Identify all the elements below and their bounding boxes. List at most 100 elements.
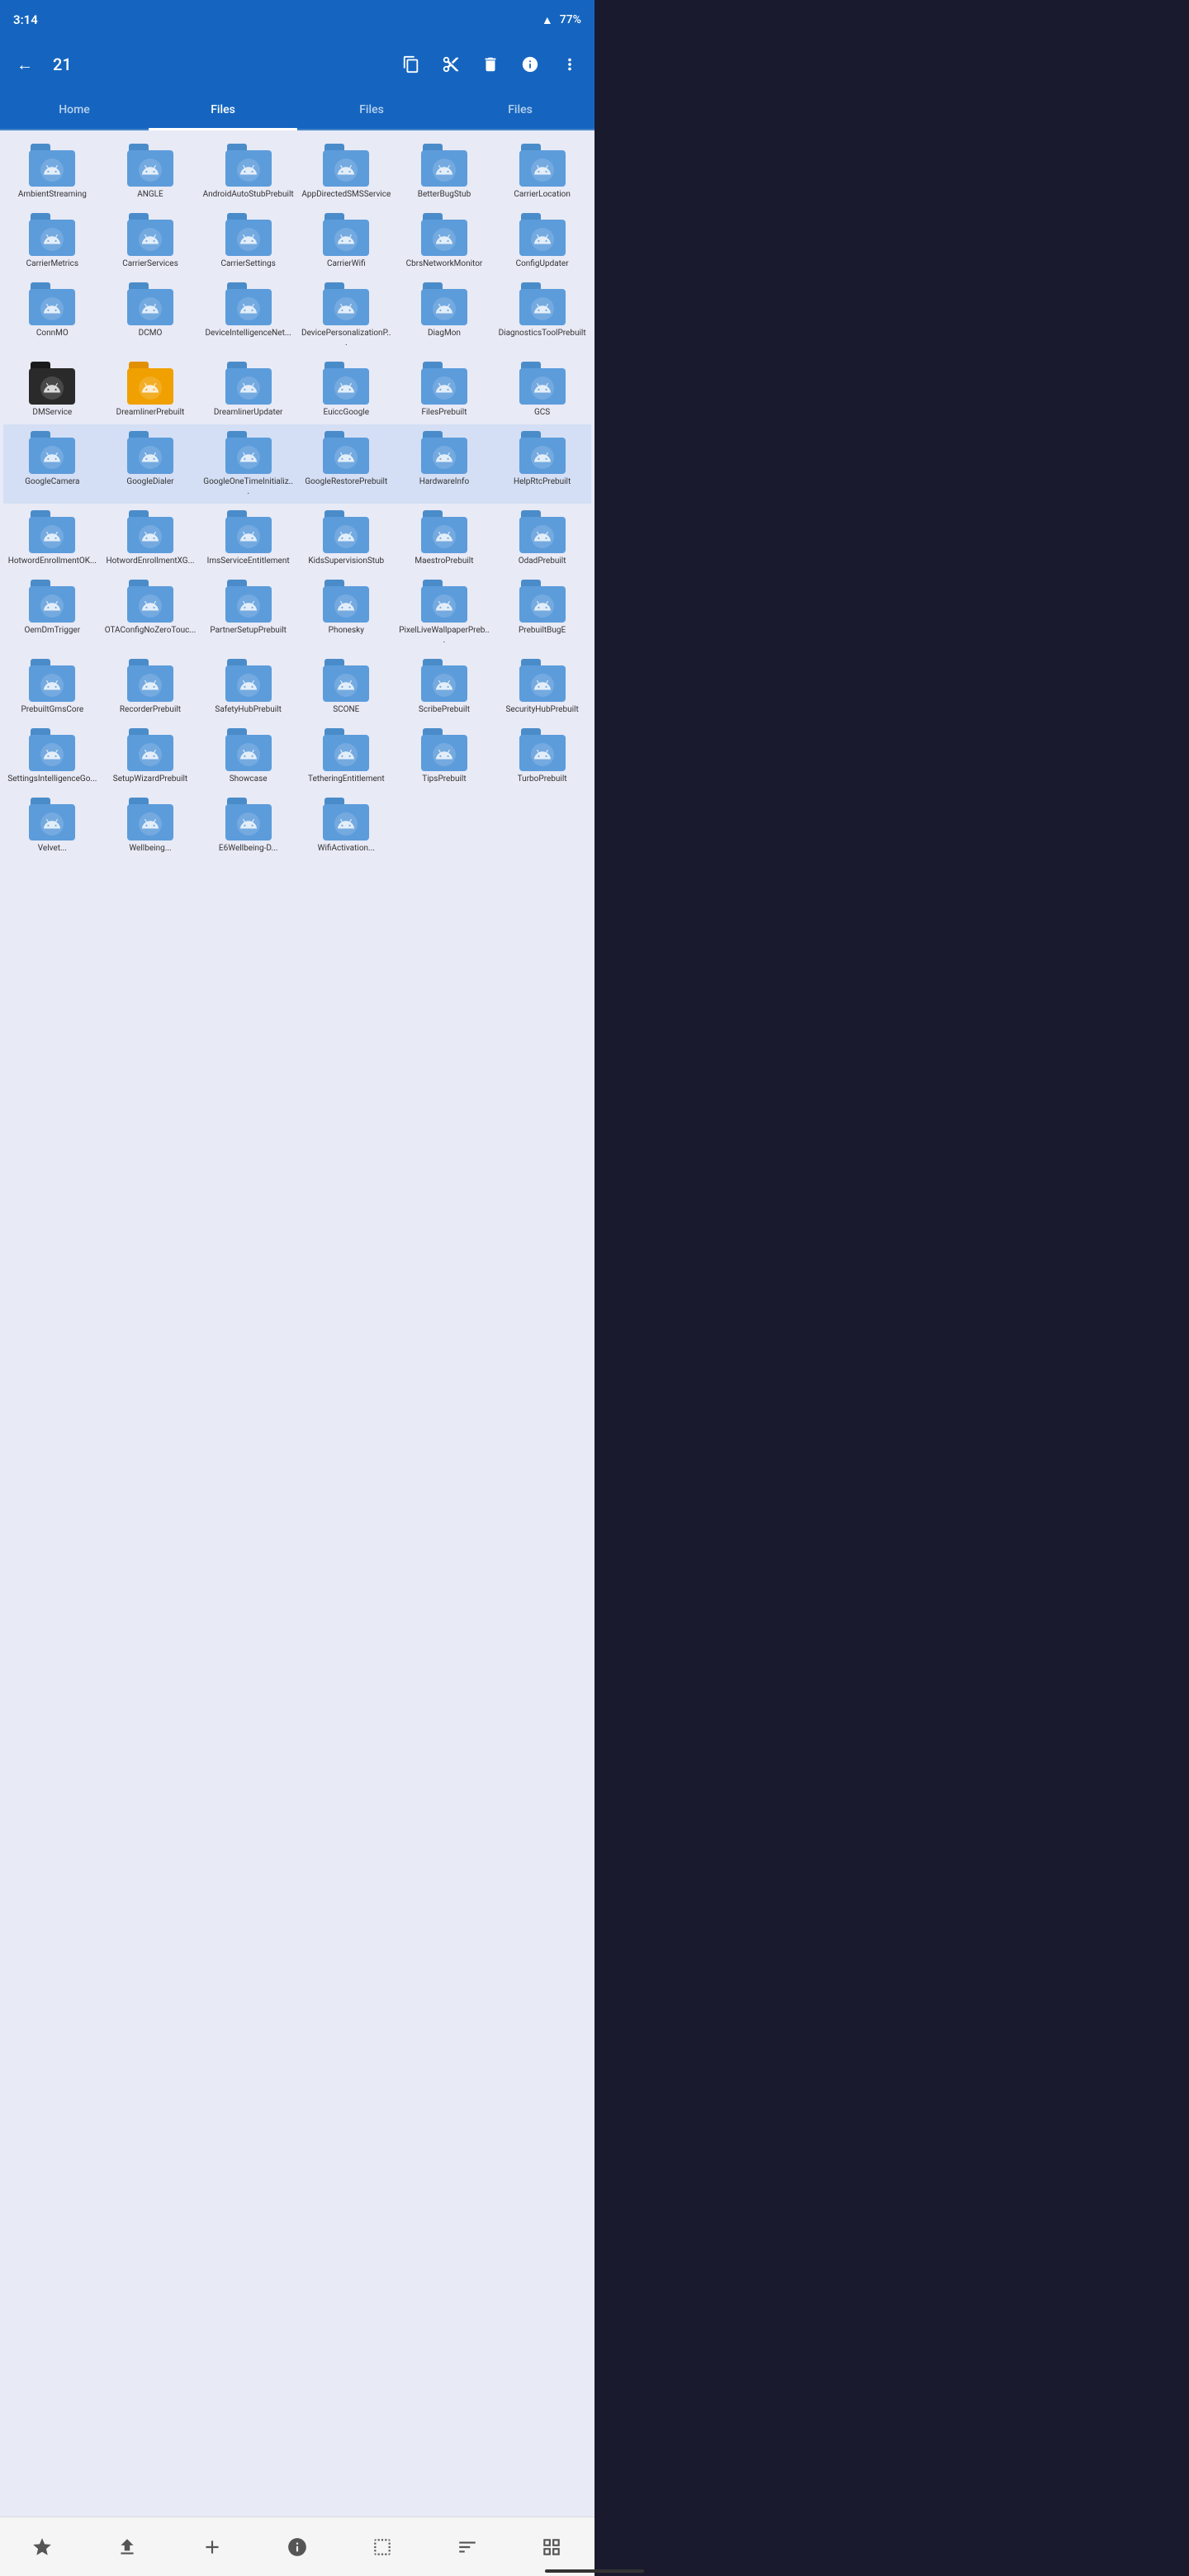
item-label: DMService — [32, 408, 72, 418]
list-item[interactable]: Showcase — [199, 722, 297, 791]
item-label: CarrierWifi — [327, 259, 366, 269]
item-label: AndroidAutoStubPrebuilt — [203, 190, 294, 200]
add-button[interactable] — [192, 2527, 232, 2567]
delete-button[interactable] — [472, 46, 509, 83]
tab-files-3[interactable]: Files — [446, 91, 594, 130]
sort-button[interactable] — [448, 2527, 487, 2567]
list-item[interactable]: PrebuiltGmsCore — [3, 652, 102, 722]
copy-button[interactable] — [393, 46, 429, 83]
list-item[interactable]: SetupWizardPrebuilt — [102, 722, 200, 791]
list-item[interactable]: CarrierLocation — [493, 137, 591, 206]
info-bottom-button[interactable] — [277, 2527, 317, 2567]
list-item[interactable]: FilesPrebuilt — [396, 355, 494, 424]
list-item[interactable]: DiagMon — [396, 276, 494, 355]
list-item[interactable]: EuiccGoogle — [297, 355, 396, 424]
back-button[interactable]: ← — [7, 46, 43, 83]
list-item[interactable]: MaestroPrebuilt — [396, 504, 494, 573]
list-item[interactable]: DevicePersonalizationP... — [297, 276, 396, 355]
upload-button[interactable] — [107, 2527, 147, 2567]
list-item[interactable]: GoogleCamera — [3, 424, 102, 504]
list-item[interactable]: CbrsNetworkMonitor — [396, 206, 494, 276]
list-item[interactable]: CarrierWifi — [297, 206, 396, 276]
item-label: E6Wellbeing-D... — [219, 844, 277, 854]
list-item[interactable]: GoogleDialer — [102, 424, 200, 504]
list-item[interactable]: DreamlinerPrebuilt — [102, 355, 200, 424]
list-item[interactable]: ConfigUpdater — [493, 206, 591, 276]
list-item[interactable]: HotwordEnrollmentXG... — [102, 504, 200, 573]
list-item[interactable]: ImsServiceEntitlement — [199, 504, 297, 573]
list-item[interactable]: RecorderPrebuilt — [102, 652, 200, 722]
item-label: DeviceIntelligenceNet... — [205, 329, 291, 339]
list-item[interactable]: DeviceIntelligenceNet... — [199, 276, 297, 355]
toolbar-title: 21 — [46, 54, 390, 74]
item-label: ConfigUpdater — [516, 259, 569, 269]
list-item[interactable]: AppDirectedSMSService — [297, 137, 396, 206]
list-item[interactable]: PrebuiltBugE — [493, 573, 591, 652]
tab-files-2[interactable]: Files — [297, 91, 446, 130]
list-item[interactable]: SafetyHubPrebuilt — [199, 652, 297, 722]
select-button[interactable] — [362, 2527, 402, 2567]
item-label: CarrierSettings — [220, 259, 275, 269]
list-item[interactable]: SettingsIntelligenceGo... — [3, 722, 102, 791]
list-item[interactable]: SCONE — [297, 652, 396, 722]
list-item[interactable]: AndroidAutoStubPrebuilt — [199, 137, 297, 206]
grid-row: ConnMO DCMO DeviceIntelligenceNet... Device… — [3, 276, 591, 355]
list-item[interactable]: E6Wellbeing-D... — [199, 791, 297, 860]
list-item[interactable]: Phonesky — [297, 573, 396, 652]
item-label: DreamlinerPrebuilt — [116, 408, 185, 418]
list-item[interactable]: CarrierServices — [102, 206, 200, 276]
more-button[interactable] — [552, 46, 588, 83]
item-label: CbrsNetworkMonitor — [406, 259, 483, 269]
list-item[interactable]: DCMO — [102, 276, 200, 355]
list-item[interactable]: TurboPrebuilt — [493, 722, 591, 791]
list-item[interactable]: HotwordEnrollmentOK... — [3, 504, 102, 573]
grid-button[interactable] — [532, 2527, 571, 2567]
list-item[interactable]: DMService — [3, 355, 102, 424]
list-item[interactable]: SecurityHubPrebuilt — [493, 652, 591, 722]
list-item[interactable]: PartnerSetupPrebuilt — [199, 573, 297, 652]
item-label: EuiccGoogle — [324, 408, 370, 418]
toolbar: ← 21 — [0, 40, 594, 89]
list-item[interactable]: HelpRtcPrebuilt — [493, 424, 591, 504]
list-item[interactable]: DreamlinerUpdater — [199, 355, 297, 424]
list-item[interactable]: CarrierMetrics — [3, 206, 102, 276]
list-item[interactable]: BetterBugStub — [396, 137, 494, 206]
list-item[interactable]: AmbientStreaming — [3, 137, 102, 206]
list-item[interactable]: GoogleOneTimeInitializ... — [199, 424, 297, 504]
list-item[interactable]: GoogleRestorePrebuilt — [297, 424, 396, 504]
item-label: RecorderPrebuilt — [120, 705, 181, 715]
list-item[interactable]: ScribePrebuilt — [396, 652, 494, 722]
list-item[interactable]: Velvet... — [3, 791, 102, 860]
item-label: GoogleOneTimeInitializ... — [202, 477, 294, 497]
item-label: ConnMO — [36, 329, 69, 339]
list-item[interactable]: GCS — [493, 355, 591, 424]
item-label: PrebuiltBugE — [519, 626, 566, 636]
list-item[interactable]: KidsSupervisionStub — [297, 504, 396, 573]
favorite-button[interactable] — [22, 2527, 62, 2567]
home-indicator — [545, 2569, 644, 2573]
list-item[interactable]: WifiActivation... — [297, 791, 396, 860]
list-item[interactable]: OTAConfigNoZeroTouc... — [102, 573, 200, 652]
list-item[interactable]: DiagnosticsToolPrebuilt — [493, 276, 591, 355]
status-time: 3:14 — [13, 12, 38, 27]
list-item[interactable]: PixelLiveWallpaperPreb... — [396, 573, 494, 652]
list-item[interactable]: TetheringEntitlement — [297, 722, 396, 791]
list-item[interactable]: OdadPrebuilt — [493, 504, 591, 573]
list-item[interactable]: ConnMO — [3, 276, 102, 355]
list-item[interactable]: CarrierSettings — [199, 206, 297, 276]
list-item[interactable]: HardwareInfo — [396, 424, 494, 504]
list-item[interactable]: TipsPrebuilt — [396, 722, 494, 791]
item-label: Wellbeing... — [129, 844, 171, 854]
list-item[interactable]: Wellbeing... — [102, 791, 200, 860]
list-item[interactable]: ANGLE — [102, 137, 200, 206]
list-item[interactable]: OemDmTrigger — [3, 573, 102, 652]
tab-files-1[interactable]: Files — [149, 91, 297, 130]
cut-button[interactable] — [433, 46, 469, 83]
item-label: DevicePersonalizationP... — [301, 329, 392, 348]
item-label: SafetyHubPrebuilt — [215, 705, 281, 715]
item-label: DiagMon — [428, 329, 461, 339]
tab-home[interactable]: Home — [0, 91, 149, 130]
info-button[interactable] — [512, 46, 548, 83]
item-label: OemDmTrigger — [25, 626, 81, 636]
item-label: MaestroPrebuilt — [414, 556, 473, 566]
